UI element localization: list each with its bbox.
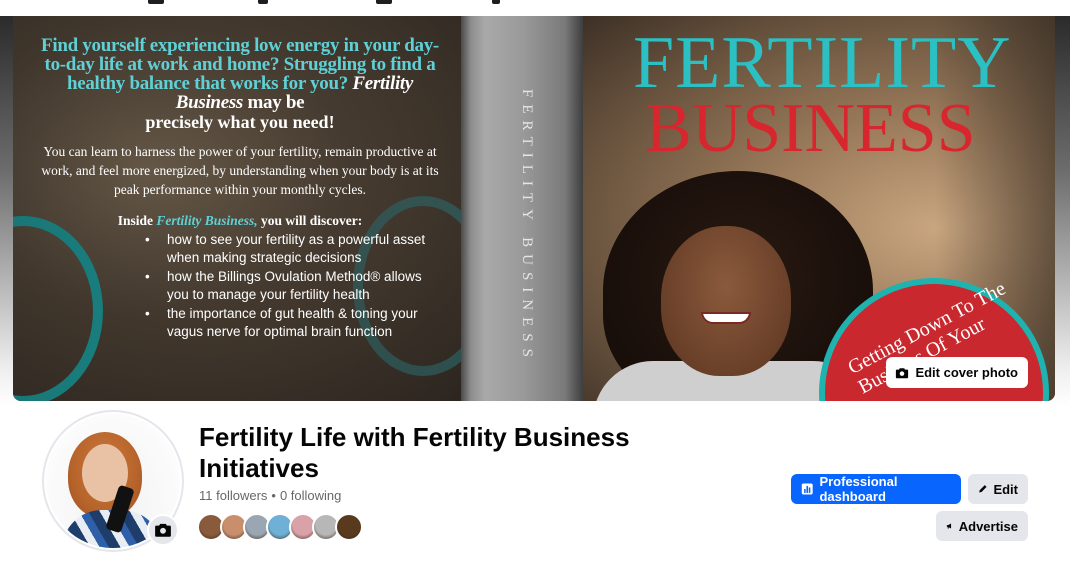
edit-label: Edit xyxy=(993,481,1018,497)
back-cover-bullets: how to see your fertility as a powerful … xyxy=(35,231,445,341)
spine-title: FERTILITY BUSINESS xyxy=(519,88,535,364)
professional-dashboard-label: Professional dashboard xyxy=(819,474,898,504)
bullet-item: how the Billings Ovulation Method® allow… xyxy=(131,268,445,304)
follower-avatars[interactable] xyxy=(197,513,363,541)
book-spine: FERTILITY BUSINESS xyxy=(461,16,583,401)
dashboard-chart-icon xyxy=(801,483,813,495)
back-cover-inside: Inside Fertility Business, you will disc… xyxy=(35,213,445,229)
back-cover-text: Find yourself experiencing low energy in… xyxy=(35,36,445,342)
page-title: Fertility Life with Fertility Business I… xyxy=(199,422,630,483)
front-title-line2: BUSINESS xyxy=(645,90,976,167)
cover-photo[interactable]: Find yourself experiencing low energy in… xyxy=(13,16,1055,401)
followers-link[interactable]: 11 followers xyxy=(199,488,267,503)
pencil-icon xyxy=(979,485,987,493)
back-cover-subhead: precisely what you need! xyxy=(145,112,335,132)
inside-emphasis: Fertility Business, xyxy=(156,213,258,228)
advertise-label: Advertise xyxy=(958,518,1018,534)
bullet-item: how to see your fertility as a powerful … xyxy=(131,231,445,267)
cover-model-face xyxy=(661,226,791,376)
camera-icon xyxy=(896,367,909,378)
follow-stats: 11 followers • 0 following xyxy=(199,488,341,503)
cropped-text-fragment xyxy=(492,0,500,4)
inside-suffix: you will discover: xyxy=(261,213,363,228)
front-title-line1: FERTILITY xyxy=(633,22,1012,104)
bullet-item: the importance of gut health & toning yo… xyxy=(131,305,445,341)
cropped-text-fragment xyxy=(258,0,268,4)
cropped-text-fragment xyxy=(148,0,164,4)
front-cover: FERTILITY BUSINESS Getting Down To The B… xyxy=(583,16,1055,401)
back-cover: Find yourself experiencing low energy in… xyxy=(13,16,493,401)
top-strip xyxy=(0,0,1070,16)
edit-button[interactable]: Edit xyxy=(968,474,1028,504)
headline-tail: may be xyxy=(247,92,305,113)
advertise-button[interactable]: Advertise xyxy=(936,511,1028,541)
follower-avatar[interactable] xyxy=(335,513,363,541)
cropped-text-fragment xyxy=(376,0,392,4)
separator: • xyxy=(271,488,276,503)
following-link[interactable]: 0 following xyxy=(280,488,341,503)
inside-prefix: Inside xyxy=(117,213,153,228)
back-cover-headline: Find yourself experiencing low energy in… xyxy=(35,36,445,112)
professional-dashboard-button[interactable]: Professional dashboard xyxy=(791,474,961,504)
edit-cover-photo-label: Edit cover photo xyxy=(915,365,1018,380)
camera-icon xyxy=(155,523,171,537)
cover-model-smile xyxy=(701,312,751,324)
cover-area: Find yourself experiencing low energy in… xyxy=(0,16,1070,406)
back-cover-body: You can learn to harness the power of yo… xyxy=(41,144,439,197)
update-profile-picture-button[interactable] xyxy=(147,514,179,546)
megaphone-icon xyxy=(946,523,952,529)
edit-cover-photo-button[interactable]: Edit cover photo xyxy=(886,357,1028,388)
